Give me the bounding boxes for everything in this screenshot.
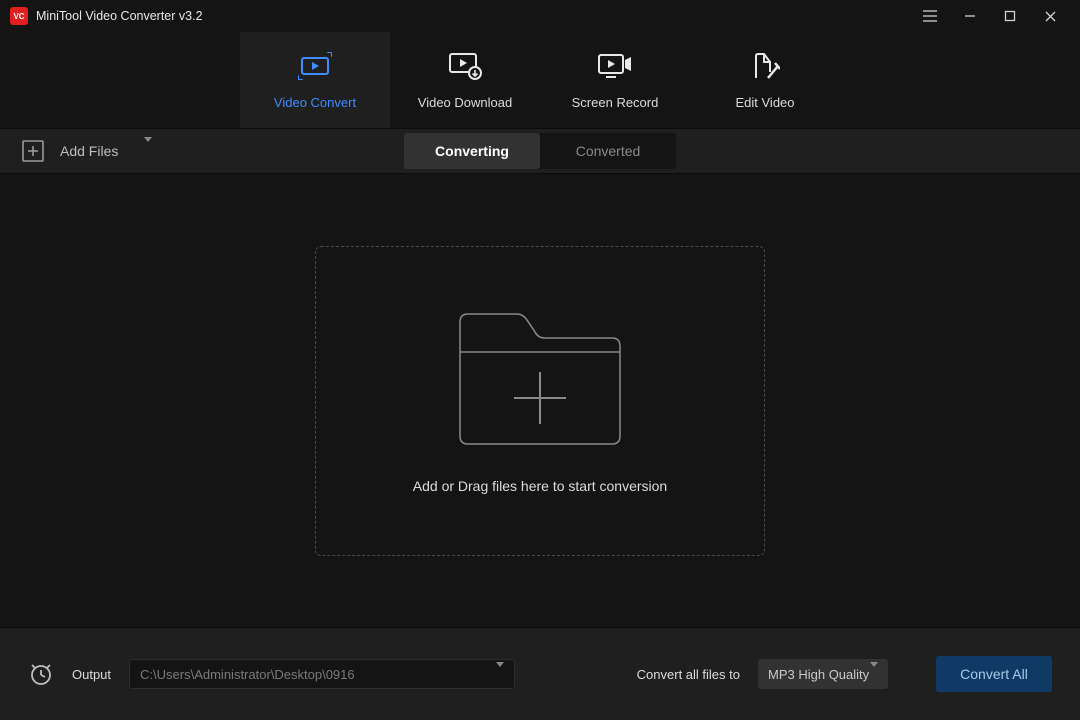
bottom-bar: Output C:\Users\Administrator\Desktop\09… <box>0 627 1080 720</box>
format-selected-value: MP3 High Quality <box>768 667 870 682</box>
video-download-icon <box>448 51 482 81</box>
tab-label: Screen Record <box>572 95 659 110</box>
add-files-button[interactable]: Add Files <box>12 134 160 168</box>
main-area: Add or Drag files here to start conversi… <box>0 174 1080 627</box>
output-path-value: C:\Users\Administrator\Desktop\0916 <box>140 667 496 682</box>
sub-tabs: Converting Converted <box>404 133 676 169</box>
svg-text:VC: VC <box>13 12 24 21</box>
chevron-down-icon <box>496 667 504 682</box>
tab-label: Video Download <box>418 95 512 110</box>
titlebar: VC MiniTool Video Converter v3.2 <box>0 0 1080 32</box>
recent-icon[interactable] <box>28 661 54 687</box>
app-title: MiniTool Video Converter v3.2 <box>36 9 203 23</box>
toolbar: Add Files Converting Converted <box>0 128 1080 174</box>
close-button[interactable] <box>1030 0 1070 32</box>
screen-record-icon <box>597 51 633 81</box>
output-path-select[interactable]: C:\Users\Administrator\Desktop\0916 <box>129 659 515 689</box>
maximize-button[interactable] <box>990 0 1030 32</box>
chevron-down-icon <box>144 142 152 160</box>
drop-prompt: Add or Drag files here to start conversi… <box>413 478 667 494</box>
drop-zone[interactable]: Add or Drag files here to start conversi… <box>315 246 765 556</box>
video-convert-icon <box>298 51 332 81</box>
convert-all-files-label: Convert all files to <box>637 667 740 682</box>
tab-video-convert[interactable]: Video Convert <box>240 32 390 128</box>
minimize-button[interactable] <box>950 0 990 32</box>
menu-button[interactable] <box>910 0 950 32</box>
tab-label: Edit Video <box>735 95 794 110</box>
convert-all-button[interactable]: Convert All <box>936 656 1052 692</box>
app-logo-icon: VC <box>10 7 28 25</box>
format-select[interactable]: MP3 High Quality <box>758 659 888 689</box>
tab-label: Video Convert <box>274 95 356 110</box>
tab-edit-video[interactable]: Edit Video <box>690 32 840 128</box>
edit-video-icon <box>750 51 780 81</box>
tab-video-download[interactable]: Video Download <box>390 32 540 128</box>
output-label: Output <box>72 667 111 682</box>
tab-screen-record[interactable]: Screen Record <box>540 32 690 128</box>
subtab-converted[interactable]: Converted <box>540 133 676 169</box>
add-files-label: Add Files <box>60 143 118 159</box>
chevron-down-icon <box>870 667 878 682</box>
folder-add-icon <box>455 308 625 450</box>
nav-tabs: Video Convert Video Download Screen Reco… <box>0 32 1080 128</box>
subtab-converting[interactable]: Converting <box>404 133 540 169</box>
add-files-icon <box>20 138 46 164</box>
